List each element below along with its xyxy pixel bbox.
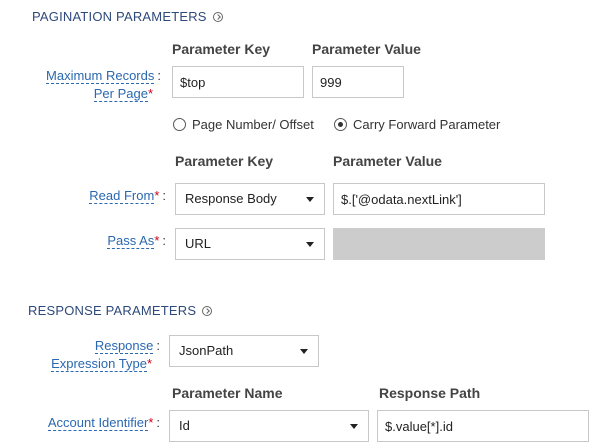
read-from-select[interactable]: Response Body: [175, 183, 325, 215]
radio-page-number-offset[interactable]: Page Number/ Offset: [173, 117, 314, 132]
column-header-parameter-name: Parameter Name: [172, 385, 283, 401]
pass-as-label-text: Pass As: [107, 233, 155, 249]
response-title-text: RESPONSE PARAMETERS: [28, 303, 197, 318]
pass-as-value-input-disabled: [333, 228, 545, 260]
chevron-down-icon: [350, 424, 358, 429]
read-from-selected-value: Response Body: [185, 191, 277, 206]
column-header-parameter-key-2: Parameter Key: [175, 153, 274, 169]
label-colon: :: [156, 338, 160, 353]
pagination-section-title: PAGINATION PARAMETERS: [32, 9, 223, 24]
response-section-title: RESPONSE PARAMETERS: [28, 303, 213, 318]
pagination-title-text: PAGINATION PARAMETERS: [32, 9, 207, 24]
response-expression-type-label: Response: Expression Type*: [10, 337, 160, 373]
radio-carry-forward[interactable]: Carry Forward Parameter: [334, 117, 500, 132]
response-expression-type-select[interactable]: JsonPath: [169, 335, 319, 367]
chevron-down-icon: [300, 349, 308, 354]
required-marker: *: [147, 86, 153, 101]
account-identifier-label-text: Account Identifier: [47, 415, 149, 431]
column-header-parameter-key: Parameter Key: [172, 41, 271, 57]
info-icon[interactable]: [202, 306, 213, 316]
label-colon: :: [157, 68, 161, 83]
max-records-label: Maximum Records: Per Page*: [1, 67, 161, 103]
account-identifier-selected-value: Id: [179, 418, 190, 433]
radio-page-number-offset-label: Page Number/ Offset: [192, 117, 314, 132]
pass-as-label: Pass As*:: [26, 232, 166, 250]
account-identifier-select[interactable]: Id: [169, 410, 369, 442]
chevron-down-icon: [306, 197, 314, 202]
info-icon[interactable]: [212, 12, 223, 22]
account-identifier-label: Account Identifier*:: [0, 414, 160, 432]
column-header-response-path: Response Path: [379, 385, 481, 401]
max-records-label-line2: Per Page: [93, 86, 148, 102]
max-records-value-input[interactable]: [312, 66, 404, 98]
expression-type-label-line1: Response: [94, 338, 154, 354]
pass-as-selected-value: URL: [185, 236, 212, 251]
account-identifier-path-input[interactable]: [377, 410, 589, 442]
label-colon: :: [156, 415, 160, 430]
required-marker: *: [148, 415, 154, 430]
read-from-label-text: Read From: [89, 188, 155, 204]
radio-carry-forward-label: Carry Forward Parameter: [353, 117, 501, 132]
column-header-parameter-value: Parameter Value: [312, 41, 421, 57]
read-from-label: Read From*:: [26, 187, 166, 205]
max-records-key-input[interactable]: [172, 66, 304, 98]
required-marker: *: [154, 233, 160, 248]
chevron-down-icon: [306, 242, 314, 247]
label-colon: :: [162, 233, 166, 248]
label-colon: :: [162, 188, 166, 203]
radio-checked-icon[interactable]: [334, 118, 347, 131]
radio-unchecked-icon[interactable]: [173, 118, 186, 131]
pass-as-select[interactable]: URL: [175, 228, 325, 260]
read-from-value-input[interactable]: [333, 183, 545, 215]
max-records-label-line1: Maximum Records: [46, 68, 155, 84]
column-header-parameter-value-2: Parameter Value: [333, 153, 442, 169]
expression-type-selected-value: JsonPath: [179, 343, 234, 358]
expression-type-label-line2: Expression Type: [51, 356, 147, 372]
required-marker: *: [154, 188, 160, 203]
required-marker: *: [146, 356, 152, 371]
